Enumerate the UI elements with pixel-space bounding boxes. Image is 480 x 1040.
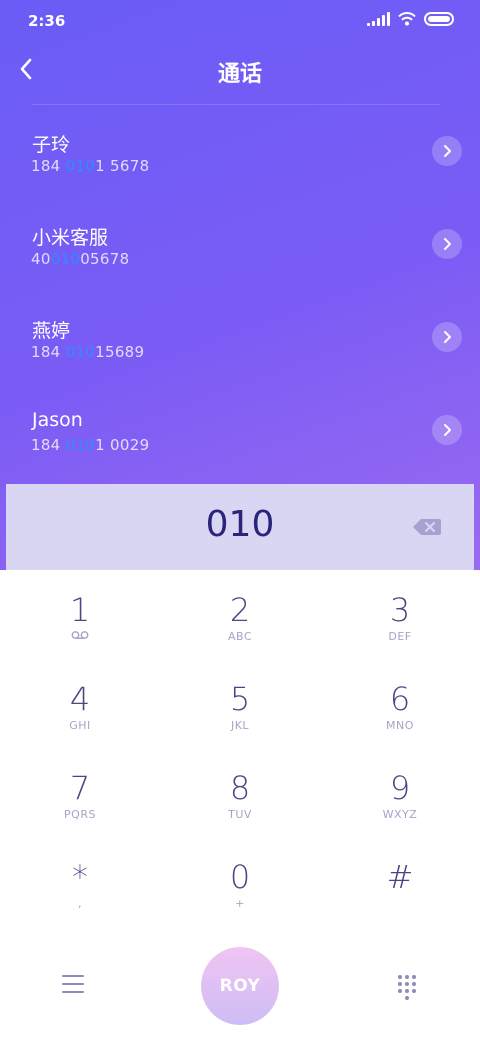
key-9[interactable]: 9 WXYZ — [320, 748, 480, 837]
contact-name: Jason — [32, 409, 83, 431]
key-letters: TUV — [228, 808, 252, 821]
key-digit: # — [386, 858, 414, 896]
contact-number: 184 01015689 — [31, 343, 144, 361]
key-digit: 4 — [69, 680, 91, 718]
number-suffix: 1 5678 — [95, 157, 150, 175]
dialed-digits: 010 — [205, 504, 275, 545]
key-digit: 0 — [229, 858, 251, 896]
contact-number: 184 0101 5678 — [31, 157, 149, 175]
key-digit: 8 — [229, 769, 251, 807]
number-prefix: 184 — [31, 436, 66, 454]
status-time: 2:36 — [28, 12, 66, 30]
key-1[interactable]: 1 — [0, 570, 160, 659]
menu-icon[interactable] — [62, 975, 84, 997]
key-7[interactable]: 7 PQRS — [0, 748, 160, 837]
key-hash[interactable]: # — [320, 837, 480, 926]
key-letters: PQRS — [64, 808, 96, 821]
dialer-bottom-bar: ROY — [0, 945, 480, 1040]
call-button[interactable]: ROY — [201, 947, 279, 1025]
key-letters: + — [235, 897, 245, 910]
contact-item[interactable]: 小米客服 4001005678 — [0, 203, 480, 296]
dial-keypad: 1 2 ABC 3 DEF 4 GHI 5 JKL 6 MNO 7 PQRS 8… — [0, 570, 480, 950]
contact-number: 4001005678 — [31, 250, 129, 268]
number-suffix: 05678 — [80, 250, 130, 268]
contact-results-list: 子玲 184 0101 5678 小米客服 4001005678 燕婷 184 … — [0, 110, 480, 482]
title-bar: 通话 — [0, 42, 480, 98]
signal-icon — [367, 12, 390, 26]
key-6[interactable]: 6 MNO — [320, 659, 480, 748]
contact-detail-button[interactable] — [432, 415, 462, 445]
key-letters: GHI — [69, 719, 91, 732]
key-digit: 1 — [69, 591, 91, 629]
dialpad-icon[interactable] — [397, 975, 417, 1000]
key-digit: 7 — [69, 769, 91, 807]
key-letters: JKL — [230, 719, 250, 732]
contact-item[interactable]: 燕婷 184 01015689 — [0, 296, 480, 389]
key-0[interactable]: 0 + — [160, 837, 320, 926]
key-letters: , — [78, 897, 82, 910]
battery-icon — [424, 12, 454, 26]
contact-number: 184 0101 0029 — [31, 436, 149, 454]
contact-detail-button[interactable] — [432, 322, 462, 352]
dial-number-display: 010 — [6, 484, 474, 570]
number-prefix: 184 — [31, 157, 66, 175]
contact-name: 燕婷 — [32, 320, 71, 342]
key-digit: 2 — [229, 591, 251, 629]
contact-name: 子玲 — [32, 134, 71, 156]
key-letters — [320, 897, 480, 911]
header-divider — [32, 104, 440, 105]
contact-item[interactable]: Jason 184 0101 0029 — [0, 389, 480, 482]
key-digit: 5 — [229, 680, 251, 718]
number-suffix: 1 0029 — [95, 436, 150, 454]
status-bar: 2:36 — [0, 0, 480, 42]
chevron-right-icon — [444, 238, 451, 250]
key-3[interactable]: 3 DEF — [320, 570, 480, 659]
status-icons — [367, 12, 454, 26]
page-title: 通话 — [217, 62, 262, 87]
chevron-right-icon — [444, 424, 451, 436]
number-suffix: 15689 — [95, 343, 145, 361]
number-match: 010 — [65, 436, 96, 454]
key-star[interactable]: * , — [0, 837, 160, 926]
backspace-icon[interactable] — [412, 517, 442, 537]
wifi-icon — [398, 12, 416, 26]
key-digit: 6 — [389, 680, 411, 718]
call-button-label: ROY — [219, 976, 261, 996]
key-digit: 9 — [389, 769, 411, 807]
number-match: 010 — [50, 250, 81, 268]
key-digit: * — [72, 858, 88, 896]
chevron-right-icon — [444, 145, 451, 157]
number-prefix: 40 — [31, 250, 51, 268]
key-5[interactable]: 5 JKL — [160, 659, 320, 748]
key-2[interactable]: 2 ABC — [160, 570, 320, 659]
contact-name: 小米客服 — [32, 227, 109, 249]
contact-item[interactable]: 子玲 184 0101 5678 — [0, 110, 480, 203]
voicemail-icon — [0, 630, 160, 644]
number-match: 010 — [65, 343, 96, 361]
chevron-right-icon — [444, 331, 451, 343]
key-letters: WXYZ — [382, 808, 418, 821]
contact-detail-button[interactable] — [432, 229, 462, 259]
key-letters: DEF — [388, 630, 412, 643]
key-digit: 3 — [389, 591, 411, 629]
number-match: 010 — [65, 157, 96, 175]
contact-detail-button[interactable] — [432, 136, 462, 166]
key-letters: MNO — [386, 719, 414, 732]
key-8[interactable]: 8 TUV — [160, 748, 320, 837]
number-prefix: 184 — [31, 343, 66, 361]
key-4[interactable]: 4 GHI — [0, 659, 160, 748]
key-letters: ABC — [227, 630, 253, 643]
